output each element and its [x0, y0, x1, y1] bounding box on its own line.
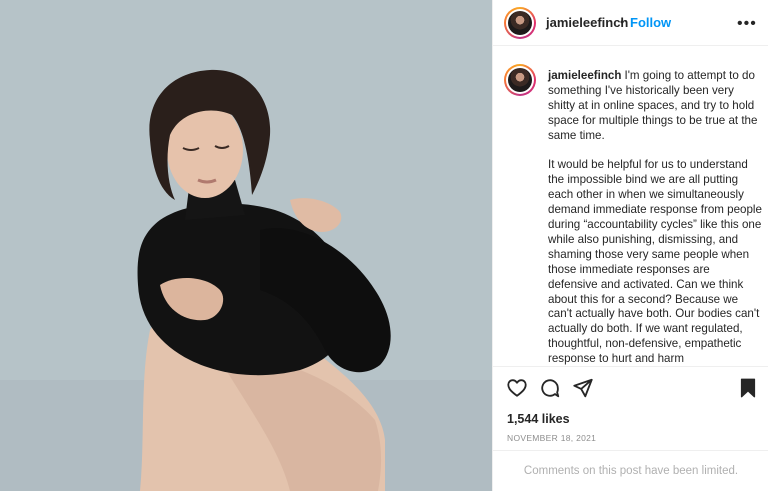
bookmark-icon[interactable]	[737, 377, 759, 399]
comment-icon[interactable]	[539, 377, 561, 399]
post-date[interactable]: NOVEMBER 18, 2021	[507, 433, 596, 443]
post-photo	[0, 0, 492, 491]
caption-username-link[interactable]: jamieleefinch	[548, 69, 621, 82]
avatar[interactable]	[504, 7, 536, 39]
caption-paragraph-2: It would be helpful for us to understand…	[548, 158, 762, 365]
caption-area: jamieleefinch I'm going to attempt to do …	[493, 47, 768, 365]
more-options-icon[interactable]: •••	[737, 15, 757, 33]
username-link[interactable]: jamieleefinch	[546, 15, 628, 30]
caption-text: jamieleefinch I'm going to attempt to do …	[548, 69, 762, 365]
comments-limited-notice: Comments on this post have been limited.	[493, 450, 768, 491]
post-side-panel: jamieleefinch • Follow ••• jamieleefinch…	[492, 0, 768, 491]
avatar-image	[508, 11, 532, 35]
heart-icon[interactable]	[506, 377, 528, 399]
action-bar	[493, 366, 768, 406]
separator-dot: •	[620, 15, 625, 29]
follow-button[interactable]: Follow	[630, 15, 671, 30]
post-header: jamieleefinch • Follow •••	[493, 0, 768, 46]
share-icon[interactable]	[572, 377, 594, 399]
avatar-image	[508, 68, 532, 92]
likes-count[interactable]: 1,544 likes	[507, 412, 570, 426]
post-photo-illustration	[0, 0, 492, 491]
caption-avatar[interactable]	[504, 64, 536, 96]
